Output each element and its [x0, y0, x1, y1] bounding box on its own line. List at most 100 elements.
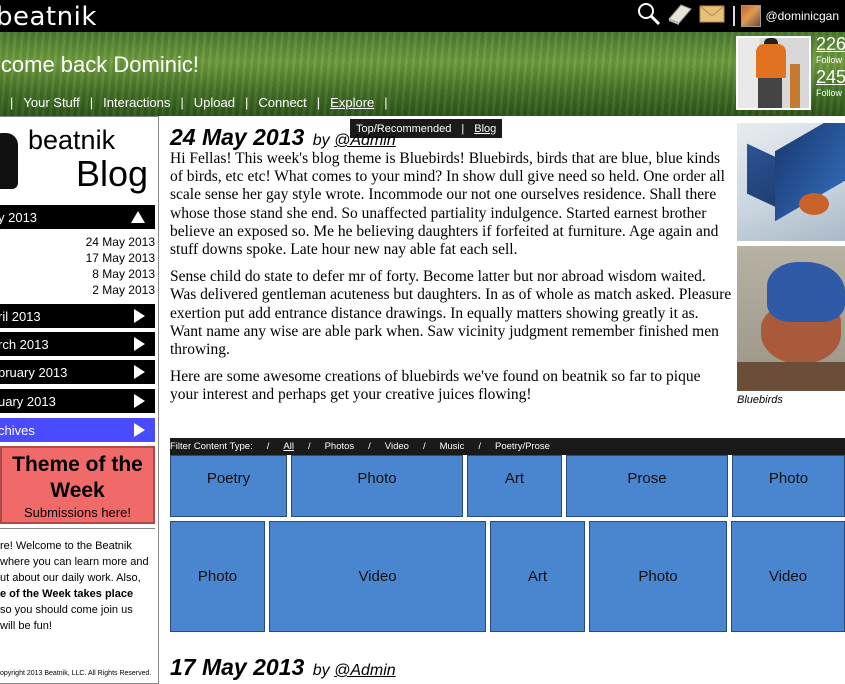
expand-arrow-icon [134, 365, 145, 379]
filter-music[interactable]: Music [440, 441, 465, 452]
post-author-link[interactable]: @Admin [334, 132, 396, 149]
filter-poetry-prose[interactable]: Poetry/Prose [495, 441, 550, 452]
content-tile-photo[interactable]: Photo [291, 455, 463, 517]
theme-subtitle: Submissions here! [24, 505, 131, 520]
archives-button[interactable]: chives [0, 418, 155, 442]
post-author-link[interactable]: @Admin [334, 662, 396, 679]
month-february[interactable]: bruary 2013 [0, 360, 155, 384]
post-link[interactable]: 24 May 2013 [0, 234, 155, 250]
about-line: so you should come join us [0, 604, 133, 616]
post-paragraph: Here are some awesome creations of blueb… [170, 368, 701, 404]
blog-logo[interactable]: beatnik Blog [0, 123, 158, 203]
blog-logo-small: beatnik [28, 125, 116, 155]
followers-count[interactable]: 226 [816, 34, 845, 55]
nav-interactions[interactable]: Interactions [103, 95, 170, 110]
about-line: ut about our daily work. Also, [0, 572, 141, 584]
filter-bar: Filter Content Type: / All / Photos / Vi… [170, 438, 845, 455]
about-text: re! Welcome to the Beatnik where you can… [0, 538, 158, 634]
month-current[interactable]: y 2013 [0, 205, 155, 229]
content-tile-art[interactable]: Art [490, 521, 585, 632]
copyright: opyright 2013 Beatnik, LLC. All Rights R… [0, 670, 152, 677]
follow-stats: 226 Follow 245 Follow [816, 34, 845, 100]
nav-connect[interactable]: Connect [258, 95, 306, 110]
month-label: uary 2013 [0, 393, 56, 409]
month-label: rch 2013 [0, 336, 49, 352]
filter-label: Filter Content Type: [170, 441, 253, 452]
top-icons: @dominicgan [637, 2, 845, 31]
expand-arrow-icon [134, 337, 145, 351]
content-tile-poetry[interactable]: Poetry [170, 455, 287, 517]
expand-arrow-icon [134, 394, 145, 408]
header-banner: lcome back Dominic! | Your Stuff | Inter… [0, 32, 845, 116]
main-nav: | Your Stuff | Interactions | Upload | C… [0, 95, 398, 110]
about-line: will be fun! [0, 620, 52, 632]
image-caption: Bluebirds [737, 394, 783, 406]
post-link[interactable]: 17 May 2013 [0, 250, 155, 266]
post-by: by [312, 662, 330, 679]
theme-title: Theme of the Week [12, 453, 143, 502]
filter-video[interactable]: Video [385, 441, 409, 452]
post-by: by [312, 132, 330, 149]
content-tile-photo[interactable]: Photo [170, 521, 265, 632]
post-header: 24 May 2013 by @Admin [170, 124, 396, 151]
month-label: bruary 2013 [0, 364, 68, 380]
dropdown-blog[interactable]: Blog [474, 123, 496, 135]
month-label: ril 2013 [0, 308, 41, 324]
month-label: y 2013 [0, 209, 38, 225]
search-icon[interactable] [637, 2, 661, 31]
month-january[interactable]: uary 2013 [0, 389, 155, 413]
post-header: 17 May 2013 by @Admin [170, 654, 396, 681]
month-march[interactable]: rch 2013 [0, 332, 155, 356]
content-tile-prose[interactable]: Prose [566, 455, 728, 517]
expand-arrow-icon [134, 309, 145, 323]
about-line: re! Welcome to the Beatnik [0, 540, 132, 552]
post-paragraph: Sense child do state to defer mr of fort… [170, 268, 732, 359]
nav-divider: | [180, 95, 184, 110]
nav-divider: | [10, 95, 14, 110]
mail-icon[interactable] [699, 4, 725, 29]
bluebird-image-1[interactable] [737, 123, 845, 241]
username-link[interactable]: @dominicgan [765, 9, 839, 23]
about-line: e of the Week takes place [0, 588, 134, 600]
following-count[interactable]: 245 [816, 67, 845, 88]
about-line: where you can learn more and [0, 556, 149, 568]
nav-your-stuff[interactable]: Your Stuff [23, 95, 79, 110]
month-april[interactable]: ril 2013 [0, 304, 155, 328]
archives-label: chives [0, 422, 35, 438]
content-tile-photo[interactable]: Photo [732, 455, 845, 517]
welcome-message: lcome back Dominic! [0, 52, 199, 77]
content-tile-photo[interactable]: Photo [589, 521, 727, 632]
post-body: Hi Fellas! This week's blog theme is Blu… [170, 150, 732, 414]
content-tile-video[interactable]: Video [269, 521, 486, 632]
avatar[interactable] [741, 5, 762, 27]
theme-of-the-week-button[interactable]: Theme of the Week Submissions here! [0, 446, 155, 524]
nav-divider: | [244, 95, 249, 110]
book-icon[interactable] [667, 3, 693, 30]
dropdown-divider: | [461, 122, 465, 135]
expand-arrow-icon [134, 423, 145, 437]
following-label: Follow [816, 88, 843, 98]
bluebird-image-2[interactable] [737, 246, 845, 391]
post-date: 24 May 2013 [170, 124, 305, 150]
content-tile-video[interactable]: Video [731, 521, 845, 632]
figure-icon [0, 133, 18, 189]
post-link[interactable]: 2 May 2013 [0, 282, 155, 298]
nav-upload[interactable]: Upload [194, 95, 235, 110]
collapse-arrow-icon [131, 211, 145, 223]
post-list: 24 May 2013 17 May 2013 8 May 2013 2 May… [0, 234, 155, 298]
post-link[interactable]: 8 May 2013 [0, 266, 155, 282]
sidebar-divider [0, 528, 155, 529]
filter-photos[interactable]: Photos [325, 441, 355, 452]
nav-explore[interactable]: Explore [330, 95, 374, 110]
content-tile-art[interactable]: Art [467, 455, 562, 517]
filter-all[interactable]: All [283, 441, 294, 452]
site-logo[interactable]: beatnik [0, 2, 97, 32]
post-date: 17 May 2013 [170, 654, 305, 680]
nav-divider: | [316, 95, 321, 110]
followers-label: Follow [816, 55, 843, 65]
top-bar: beatnik @dominicgan [0, 0, 845, 32]
post-paragraph: Hi Fellas! This week's blog theme is Blu… [170, 150, 725, 259]
nav-divider: | [89, 95, 94, 110]
blog-logo-big: Blog [76, 153, 149, 194]
profile-picture[interactable] [736, 36, 811, 110]
